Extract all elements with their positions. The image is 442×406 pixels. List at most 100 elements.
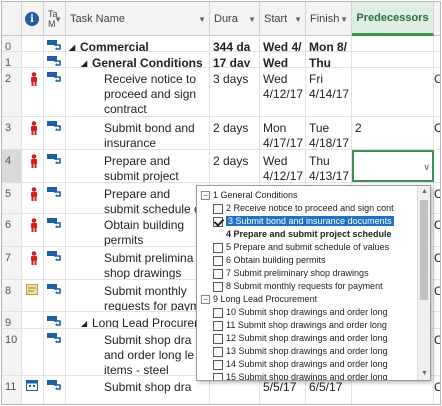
- row-id-cell[interactable]: 8: [2, 280, 22, 311]
- dropdown-option[interactable]: 5 Prepare and submit schedule of values: [213, 241, 415, 253]
- row-id-cell[interactable]: 5: [2, 183, 22, 213]
- checkbox[interactable]: [213, 307, 223, 318]
- start-cell[interactable]: Wed 4/12/17: [260, 68, 306, 116]
- task-name-cell[interactable]: Submit bond and insurance documents: [66, 117, 210, 149]
- dropdown-group[interactable]: −9 Long Lead Procurement: [201, 293, 415, 305]
- next-column-cell[interactable]: C: [434, 329, 440, 375]
- task-name-cell[interactable]: Submit monthly requests for paym: [66, 280, 210, 311]
- task-mode-cell[interactable]: [44, 150, 66, 182]
- task-mode-cell[interactable]: [44, 68, 66, 116]
- dropdown-group[interactable]: −1 General Conditions: [201, 189, 415, 201]
- finish-column-header[interactable]: Finish ▼: [306, 2, 352, 36]
- duration-cell[interactable]: 2 days: [210, 117, 260, 149]
- next-column-cell[interactable]: [434, 52, 440, 67]
- task-name-cell[interactable]: Submit shop dra: [66, 376, 210, 404]
- dropdown-option[interactable]: 13 Submit shop drawings and order long: [213, 345, 415, 357]
- row-id-cell[interactable]: 11: [2, 376, 22, 404]
- chevron-down-icon[interactable]: ▼: [294, 15, 302, 24]
- start-cell[interactable]: Wed 4/12/17: [260, 150, 306, 182]
- next-column-cell[interactable]: C: [434, 214, 440, 246]
- task-name-cell[interactable]: ◢ Commercial Construction: [66, 36, 210, 51]
- finish-cell[interactable]: Fri 4/14/17: [306, 68, 352, 116]
- duration-cell[interactable]: 17 day: [210, 52, 260, 67]
- task-mode-cell[interactable]: [44, 376, 66, 404]
- task-name-cell[interactable]: Prepare and submit project schedule: [66, 150, 210, 182]
- scroll-up-icon[interactable]: ▲: [421, 188, 428, 195]
- collapse-icon[interactable]: −: [201, 295, 210, 305]
- next-column-cell[interactable]: [434, 150, 440, 182]
- checkbox[interactable]: [213, 359, 223, 370]
- predecessors-cell[interactable]: ∨: [352, 150, 434, 182]
- task-mode-cell[interactable]: [44, 312, 66, 328]
- note-icon[interactable]: [26, 284, 38, 295]
- next-column-cell[interactable]: C: [434, 280, 440, 311]
- row-id-cell[interactable]: 3: [2, 117, 22, 149]
- task-name-cell[interactable]: ◢ General Conditions: [66, 52, 210, 67]
- row-id-cell[interactable]: 9: [2, 312, 22, 328]
- task-mode-cell[interactable]: [44, 247, 66, 279]
- dropdown-option[interactable]: 10 Submit shop drawings and order long: [213, 306, 415, 318]
- row-id-cell[interactable]: 6: [2, 214, 22, 246]
- task-mode-cell[interactable]: [44, 52, 66, 67]
- row-id-cell[interactable]: 10: [2, 329, 22, 375]
- finish-cell[interactable]: Thu 5/4/: [306, 52, 352, 67]
- dropdown-option[interactable]: 7 Submit preliminary shop drawings: [213, 267, 415, 279]
- dropdown-option[interactable]: 3 Submit bond and insurance documents: [213, 215, 415, 227]
- task-mode-cell[interactable]: [44, 117, 66, 149]
- task-row[interactable]: 0 ◢ Commercial Construction 344 daWed 4/Mon…: [2, 36, 440, 52]
- dropdown-option[interactable]: 15 Submit shop drawings and order long: [213, 371, 415, 380]
- chevron-down-icon[interactable]: ▼: [54, 15, 62, 25]
- checkbox[interactable]: [213, 281, 223, 292]
- start-cell[interactable]: Mon 4/17/17: [260, 117, 306, 149]
- task-name-cell[interactable]: Submit prelimina shop drawings: [66, 247, 210, 279]
- checked-checkbox[interactable]: [213, 216, 223, 227]
- row-id-cell[interactable]: 4: [2, 150, 22, 182]
- task-name-cell[interactable]: Receive notice to proceed and sign contr…: [66, 68, 210, 116]
- collapse-triangle-icon[interactable]: ◢: [69, 40, 75, 51]
- checkbox[interactable]: [213, 320, 223, 331]
- row-id-cell[interactable]: 7: [2, 247, 22, 279]
- dropdown-scrollbar[interactable]: ▲ ▼: [417, 186, 430, 380]
- indicators-column-header[interactable]: i: [22, 2, 44, 36]
- task-name-cell[interactable]: Obtain building permits: [66, 214, 210, 246]
- next-column-header[interactable]: [434, 2, 440, 36]
- id-column-header[interactable]: [2, 2, 22, 36]
- task-mode-cell[interactable]: [44, 36, 66, 51]
- next-column-cell[interactable]: C: [434, 68, 440, 116]
- checkbox[interactable]: [213, 255, 223, 266]
- start-cell[interactable]: Wed 4/: [260, 36, 306, 51]
- dropdown-option[interactable]: 14 Submit shop drawings and order long: [213, 358, 415, 370]
- dropdown-option[interactable]: 11 Submit shop drawings and order long: [213, 319, 415, 331]
- predecessors-column-header[interactable]: Predecessors: [352, 2, 434, 36]
- row-id-cell[interactable]: 1: [2, 52, 22, 67]
- task-mode-cell[interactable]: [44, 214, 66, 246]
- next-column-cell[interactable]: C: [434, 183, 440, 213]
- duration-column-header[interactable]: Dura ▼: [210, 2, 260, 36]
- duration-cell[interactable]: 3 days: [210, 68, 260, 116]
- next-column-cell[interactable]: [434, 36, 440, 51]
- scrollbar-thumb[interactable]: [420, 200, 428, 300]
- task-mode-cell[interactable]: [44, 329, 66, 375]
- row-id-cell[interactable]: 2: [2, 68, 22, 116]
- collapse-icon[interactable]: −: [201, 191, 210, 201]
- dropdown-option[interactable]: 4 Prepare and submit project schedule: [213, 228, 415, 240]
- chevron-down-icon[interactable]: ▼: [198, 15, 206, 24]
- task-mode-cell[interactable]: [44, 183, 66, 213]
- predecessors-cell[interactable]: 2: [352, 117, 434, 149]
- task-name-cell[interactable]: Prepare and submit schedule of valu: [66, 183, 210, 213]
- task-name-column-header[interactable]: Task Name ▼: [66, 2, 210, 36]
- next-column-cell[interactable]: [434, 312, 440, 328]
- next-column-cell[interactable]: C: [434, 376, 440, 404]
- dropdown-option[interactable]: 2 Receive notice to proceed and sign con…: [213, 202, 415, 214]
- checkbox[interactable]: [213, 242, 223, 253]
- dropdown-option[interactable]: 6 Obtain building permits: [213, 254, 415, 266]
- predecessors-cell[interactable]: [352, 52, 434, 67]
- next-column-cell[interactable]: C: [434, 117, 440, 149]
- task-row[interactable]: 2 Receive notice to proceed and sign cont…: [2, 68, 440, 117]
- checkbox[interactable]: [213, 333, 223, 344]
- duration-cell[interactable]: 2 days: [210, 150, 260, 182]
- dropdown-option[interactable]: 8 Submit monthly requests for payment: [213, 280, 415, 292]
- task-row[interactable]: 4 Prepare and submit project schedule 2 da…: [2, 150, 440, 183]
- start-column-header[interactable]: Start ▼: [260, 2, 306, 36]
- task-row[interactable]: 3 Submit bond and insurance documents 2 da…: [2, 117, 440, 150]
